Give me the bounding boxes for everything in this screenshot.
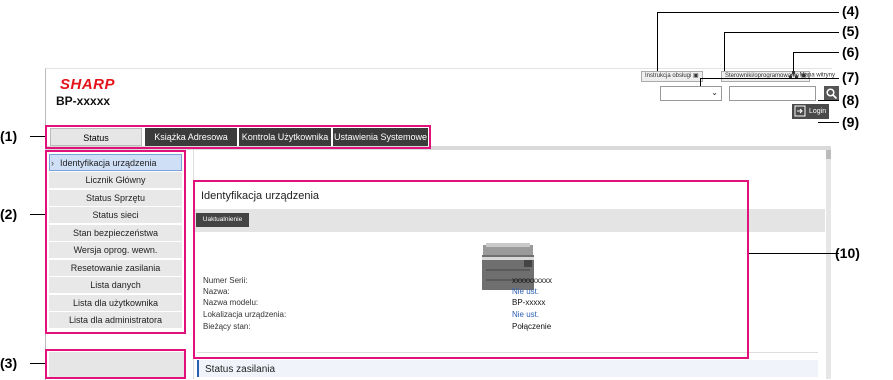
callout-label-1: (1) — [0, 128, 18, 144]
language-select[interactable]: ⌄ — [660, 86, 722, 101]
callout-box-1 — [45, 125, 431, 149]
search-input[interactable] — [729, 86, 816, 101]
leader-line-6a — [793, 52, 794, 71]
callout-label-7: (7) — [842, 69, 860, 85]
callout-label-10: (10) — [835, 245, 860, 261]
leader-line-1 — [30, 136, 45, 137]
callout-label-2: (2) — [0, 206, 18, 222]
leader-line-7b — [700, 78, 839, 79]
chevron-down-icon: ⌄ — [711, 88, 718, 97]
callout-box-3 — [45, 349, 186, 379]
login-label: Login — [809, 108, 827, 115]
callout-label-6: (6) — [842, 44, 860, 60]
search-icon — [826, 88, 838, 100]
operation-manual-label: Instrukcja obsługi — [645, 73, 692, 79]
model-name: BP-xxxxx — [56, 94, 111, 108]
login-icon — [794, 105, 806, 117]
power-status-section — [197, 360, 818, 377]
leader-line-4a — [657, 12, 658, 71]
callout-label-8: (8) — [842, 92, 860, 108]
sharp-logo: SHARP — [60, 76, 116, 93]
leader-line-9 — [818, 122, 839, 123]
callout-label-5: (5) — [842, 23, 860, 39]
leader-line-8 — [818, 100, 839, 101]
external-link-icon: ▣ — [693, 73, 699, 79]
callout-label-9: (9) — [842, 114, 860, 130]
callout-box-2 — [45, 150, 186, 334]
login-button[interactable]: Login — [792, 104, 829, 119]
leader-line-10 — [749, 253, 839, 254]
leader-line-2 — [30, 214, 45, 215]
leader-line-5b — [724, 32, 839, 33]
leader-line-4b — [657, 12, 839, 13]
callout-label-4: (4) — [842, 3, 860, 19]
callout-label-3: (3) — [0, 355, 18, 371]
callout-box-10 — [193, 180, 749, 359]
section-accent — [197, 360, 199, 377]
leader-line-7a — [700, 78, 701, 86]
leader-line-5a — [724, 32, 725, 71]
operation-manual-button[interactable]: Instrukcja obsługi ▣ — [641, 71, 703, 82]
leader-line-3 — [30, 363, 45, 364]
power-status-heading: Status zasilania — [205, 364, 276, 375]
search-button[interactable] — [824, 86, 839, 101]
leader-line-6b — [793, 52, 839, 53]
